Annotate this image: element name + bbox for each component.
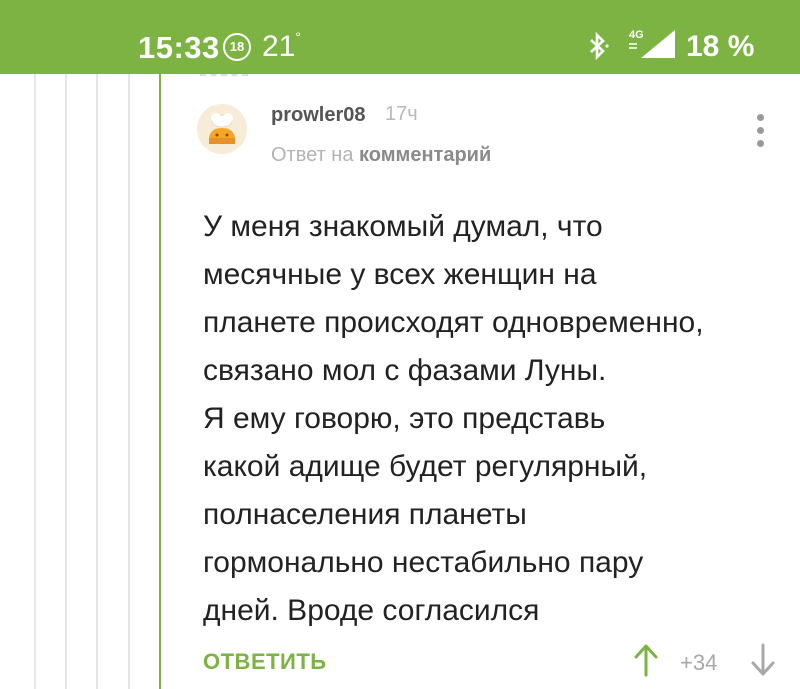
notification-badge: 18 [223, 33, 251, 61]
comment-line: планете происходят одновременно, [203, 306, 704, 339]
signal-icon: 4G [627, 28, 677, 65]
thread-connector [200, 74, 248, 76]
thread-line [65, 74, 67, 689]
comment-body: У меня знакомый думал, что месячные у вс… [203, 203, 793, 635]
thread-line [128, 74, 130, 689]
comment-line: месячные у всех женщин на [203, 258, 597, 291]
more-vertical-icon[interactable] [748, 114, 772, 154]
comment-time: 17ч [385, 103, 418, 125]
reply-target-link[interactable]: комментарий [359, 144, 491, 166]
network-type-label: 4G [629, 29, 644, 41]
comment-line: полнаселения планеты [203, 498, 527, 531]
bluetooth-icon [586, 31, 610, 65]
comment-line: У меня знакомый думал, что [203, 210, 603, 243]
avatar[interactable] [197, 104, 247, 154]
status-time: 15:33 [138, 30, 220, 65]
comment-line: дней. Вроде согласился [203, 594, 540, 627]
reply-prefix: Ответ на [271, 144, 354, 166]
arrow-up-icon[interactable] [633, 643, 659, 682]
thread-line [34, 74, 36, 689]
rating-count: +34 [680, 650, 718, 675]
comment-line: гормонально нестабильно пару [203, 546, 644, 579]
username-link[interactable]: prowler08 [271, 104, 365, 127]
battery-level: 18 % [686, 30, 755, 63]
comment-line: какой адище будет регулярный, [203, 450, 648, 483]
arrow-down-icon[interactable] [750, 643, 776, 682]
status-bar: 15:33 18 21° 4G 18 % [0, 0, 800, 74]
reply-to-line: Ответ на комментарий [271, 144, 491, 167]
status-temperature: 21° [262, 29, 301, 63]
comment-line: Я ему говорю, это представь [203, 402, 606, 435]
thread-line-active [159, 74, 161, 689]
reply-button[interactable]: ОТВЕТИТЬ [203, 649, 327, 675]
thread-line [96, 74, 98, 689]
comment-line: связано мол с фазами Луны. [203, 354, 607, 387]
